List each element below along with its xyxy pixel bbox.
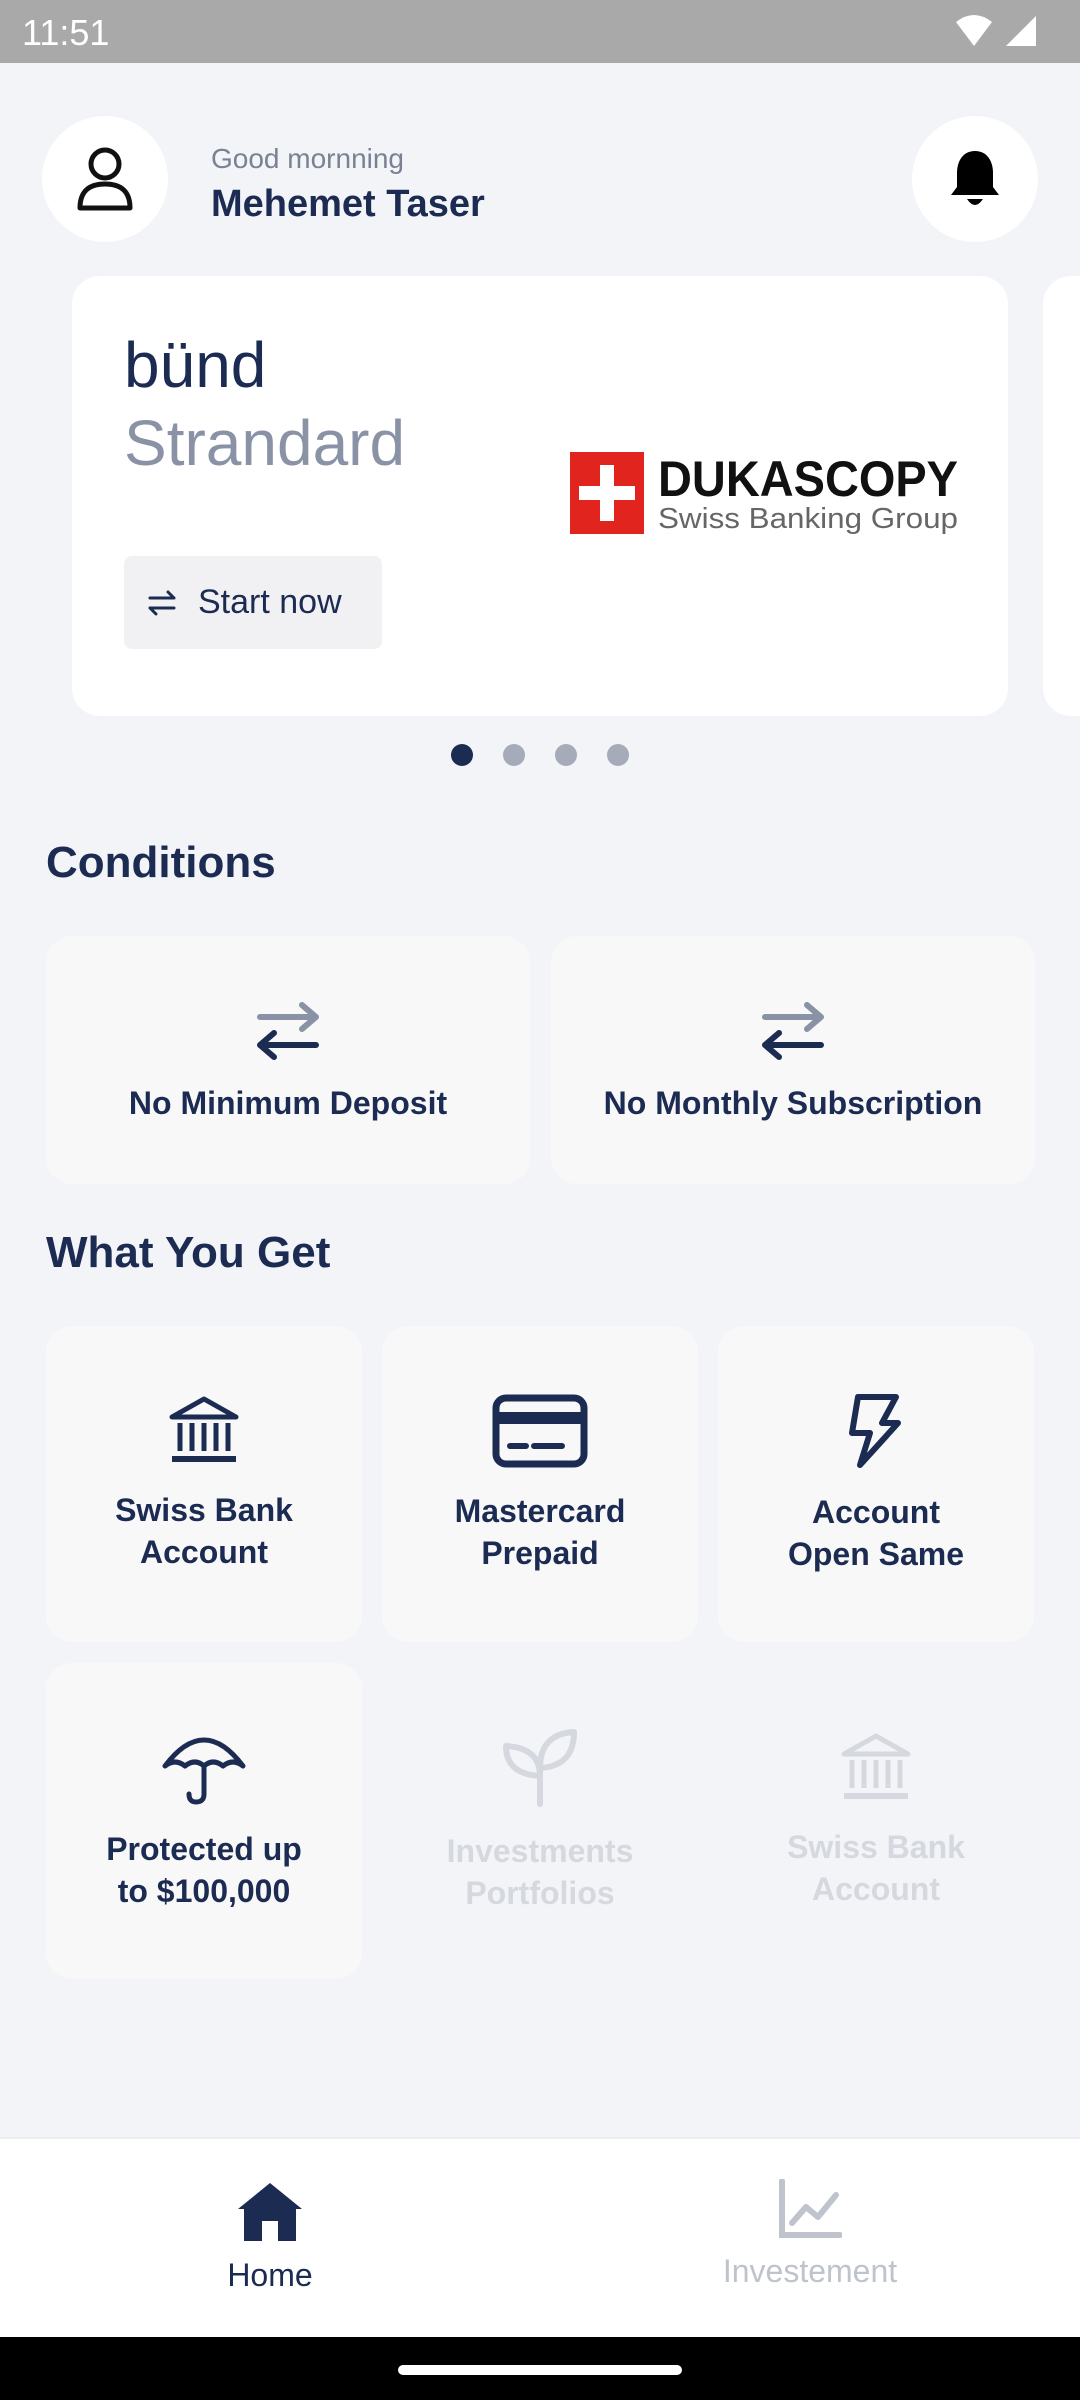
feature-label: Swiss Bank Account [115,1489,293,1573]
feature-label: Protected up to $100,000 [106,1828,302,1912]
status-icons [954,14,1038,48]
swap-icon [148,590,176,615]
feature-card[interactable]: Protected up to $100,000 [46,1663,362,1979]
status-bar: 11:51 [0,0,1080,63]
bank-icon [169,1396,239,1462]
feature-label: Investments Portfolios [447,1830,634,1914]
feature-card[interactable]: Account Open Same [718,1326,1034,1642]
brand-name: bünd [124,329,267,401]
bank-icon [841,1733,911,1799]
status-time: 11:51 [22,12,110,53]
feature-label-line1: Account [812,1494,940,1530]
header: Good mornning Mehemet Taser [0,63,1080,263]
feature-label-line2: Portfolios [465,1875,615,1911]
sprout-icon [503,1729,577,1807]
feature-label-line2: to $100,000 [117,1873,291,1909]
next-promo-card[interactable] [1043,276,1080,716]
home-icon [238,2183,302,2241]
bell-icon [951,151,999,205]
feature-label-line2: Account [139,1534,268,1570]
start-now-button[interactable]: Start now [124,556,382,649]
feature-label: Account Open Same [788,1491,964,1575]
feature-label-line2: Open Same [787,1536,965,1572]
feature-card[interactable]: Swiss Bank Account [46,1326,362,1642]
carousel-dot[interactable] [503,744,525,766]
carousel-dot[interactable] [451,744,473,766]
features-title: What You Get [46,1228,331,1277]
feature-label-line1: Swiss Bank [787,1829,965,1865]
condition-card[interactable]: No Minimum Deposit [46,936,530,1184]
feature-label-line1: Protected up [106,1831,302,1867]
nav-item-investement[interactable]: Investement [660,2179,960,2290]
condition-label: No Monthly Subscription [603,1084,983,1121]
plan-name: Strandard [124,407,406,479]
partner-logo: DUKASCOPY Swiss Banking Group [570,448,962,543]
notifications-button[interactable] [912,116,1038,242]
bottom-navigation: Home Investement [0,2137,1080,2337]
lightning-icon [849,1394,901,1468]
feature-label-line1: Mastercard [454,1493,626,1529]
feature-label-line2: Account [811,1871,940,1907]
conditions-title: Conditions [46,838,276,887]
carousel-dot[interactable] [607,744,629,766]
feature-label: Swiss Bank Account [787,1826,965,1910]
feature-label-line2: Prepaid [481,1535,599,1571]
feature-card[interactable]: Investments Portfolios [382,1663,698,1979]
promo-card[interactable]: bünd Strandard Start now DUKASCOPY Swiss… [72,276,1008,716]
gesture-bar-area [0,2337,1080,2400]
feature-card[interactable]: Mastercard Prepaid [382,1326,698,1642]
nav-label-home: Home [227,2257,313,2293]
wifi-icon [956,15,992,46]
condition-card[interactable]: No Monthly Subscription [551,936,1035,1184]
partner-logo-name: DUKASCOPY [658,451,958,507]
credit-card-icon [492,1394,588,1468]
promo-carousel[interactable]: bünd Strandard Start now DUKASCOPY Swiss… [0,276,1080,716]
feature-label-line1: Swiss Bank [115,1492,293,1528]
feature-card[interactable]: Swiss Bank Account [718,1663,1034,1979]
nav-label-investement: Investement [722,2253,898,2289]
chart-line-icon [779,2179,842,2238]
feature-label: Mastercard Prepaid [455,1490,626,1574]
user-icon [77,147,133,211]
arrows-exchange-icon [762,1001,824,1060]
greeting-text: Good mornning [211,143,405,174]
partner-logo-tagline: Swiss Banking Group [658,503,958,535]
avatar[interactable] [42,116,168,242]
signal-icon [1006,16,1036,46]
umbrella-icon [162,1737,246,1805]
user-name: Mehemet Taser [211,183,485,225]
start-now-label: Start now [198,583,342,621]
home-gesture-handle[interactable] [398,2365,682,2375]
feature-label-line1: Investments [446,1833,634,1869]
nav-item-home[interactable]: Home [120,2179,420,2294]
carousel-dot[interactable] [555,744,577,766]
condition-label: No Minimum Deposit [128,1084,448,1121]
carousel-indicator [0,744,1080,768]
arrows-exchange-icon [257,1001,319,1060]
